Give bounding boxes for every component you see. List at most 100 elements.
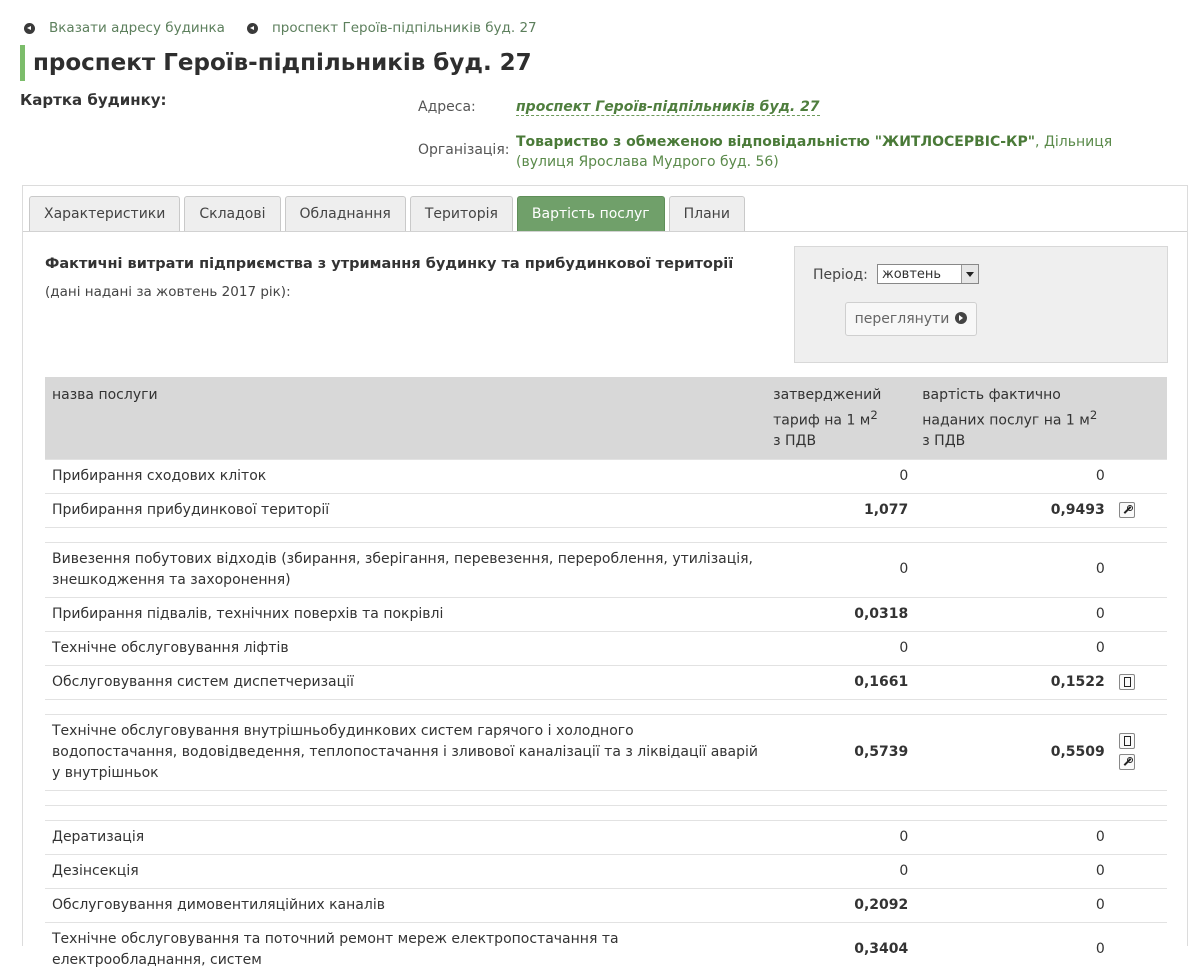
spacer-cell [45, 789, 1167, 806]
tariff-value: 0 [766, 541, 916, 598]
row-actions [1111, 458, 1167, 494]
service-name: Вивезення побутових відходів (збирання, … [45, 541, 767, 598]
row-actions [1111, 630, 1167, 666]
row-actions [1111, 713, 1167, 791]
tab-bar: Характеристики Складові Обладнання Терит… [29, 196, 745, 231]
service-name: Прибирання прибудинкової території [45, 492, 767, 528]
actual-cost-value: 0,5509 [915, 713, 1112, 791]
header-tariff-sup: 2 [870, 408, 878, 422]
actual-cost-value: 0,9493 [915, 492, 1112, 528]
row-actions [1111, 541, 1167, 598]
address-row: Адреса: проспект Героїв-підпільників буд… [418, 99, 820, 116]
wrench-icon[interactable] [1118, 501, 1135, 518]
actual-cost-value: 0 [915, 596, 1112, 632]
actual-cost-value: 0 [915, 887, 1112, 923]
table-row: Обслуговування систем диспетчеризації 0,1… [45, 664, 1167, 700]
breadcrumb-label: проспект Героїв-підпільників буд. 27 [271, 20, 537, 36]
service-name: Дезінсекція [45, 853, 767, 889]
tariff-value: 0,3404 [766, 921, 916, 977]
arrow-right-circle-icon [955, 312, 968, 324]
organization-value: Товариство з обмеженою відповідальністю … [516, 132, 1156, 172]
breadcrumb-link-select-address[interactable]: Вказати адресу будинка [24, 20, 225, 36]
organization-label: Організація: [418, 142, 510, 158]
table-row: Дератизація 0 0 [45, 819, 1167, 855]
spacer-cell [45, 526, 1167, 543]
table-row: Прибирання прибудинкової території 1,077 0… [45, 492, 1167, 528]
header-service-name: назва послуги [45, 377, 767, 460]
organization-name[interactable]: Товариство з обмеженою відповідальністю … [516, 134, 1035, 150]
row-actions [1111, 921, 1167, 977]
breadcrumb-link-address[interactable]: проспект Героїв-підпільників буд. 27 [246, 20, 537, 36]
service-name: Обслуговування систем диспетчеризації [45, 664, 767, 700]
row-actions [1111, 887, 1167, 923]
service-name: Технічне обслуговування ліфтів [45, 630, 767, 666]
tab-service-cost[interactable]: Вартість послуг [516, 196, 665, 231]
tariff-value: 0 [766, 819, 916, 855]
spacer-cell [45, 804, 1167, 821]
view-button-label: переглянути [854, 311, 950, 327]
actual-cost-value: 0 [915, 819, 1112, 855]
actual-cost-value: 0 [915, 541, 1112, 598]
card-label: Картка будинку: [20, 91, 167, 109]
header-tariff-text: затверджений тариф на 1 м [773, 387, 882, 429]
back-arrow-icon [246, 22, 258, 34]
section-heading: Фактичні витрати підприємства з утриманн… [45, 256, 734, 272]
row-actions [1111, 492, 1167, 528]
section-subheading: (дані надані за жовтень 2017 рік): [45, 284, 291, 300]
header-tariff: затверджений тариф на 1 м2 з ПДВ [766, 377, 916, 460]
document-icon[interactable] [1118, 673, 1135, 690]
header-tariff-vat: з ПДВ [773, 432, 817, 449]
spacer-cell [45, 698, 1167, 715]
service-name: Прибирання сходових кліток [45, 458, 767, 494]
tariff-value: 0 [766, 853, 916, 889]
organization-row: Організація: Товариство з обмеженою відп… [418, 132, 1156, 172]
table-row: Обслуговування димовентиляційних каналів… [45, 887, 1167, 923]
tariff-value: 0,5739 [766, 713, 916, 791]
table-row: Дезінсекція 0 0 [45, 853, 1167, 889]
wrench-icon[interactable] [1118, 754, 1135, 771]
period-select[interactable]: жовтень [877, 264, 979, 284]
service-name: Прибирання підвалів, технічних поверхів … [45, 596, 767, 632]
header-actual-sup: 2 [1089, 408, 1098, 422]
row-actions [1111, 853, 1167, 889]
service-name: Технічне обслуговування та поточний ремо… [45, 921, 767, 977]
service-name: Технічне обслуговування внутрішньобудинк… [45, 713, 767, 791]
view-button[interactable]: переглянути [845, 302, 977, 336]
table-spacer-row [45, 698, 1167, 715]
page-title: проспект Героїв-підпільників буд. 27 [33, 50, 532, 76]
breadcrumb-label: Вказати адресу будинка [49, 20, 225, 36]
dropdown-arrow-icon[interactable] [961, 265, 978, 283]
period-filter: Період: жовтень переглянути [794, 246, 1168, 363]
table-row: Вивезення побутових відходів (збирання, … [45, 541, 1167, 598]
page-title-bar: проспект Героїв-підпільників буд. 27 [20, 45, 532, 81]
table-row: Технічне обслуговування ліфтів 0 0 [45, 630, 1167, 666]
row-actions [1111, 819, 1167, 855]
document-icon[interactable] [1118, 733, 1135, 750]
tab-components[interactable]: Складові [184, 196, 281, 231]
table-row: Прибирання сходових кліток 0 0 [45, 458, 1167, 494]
table-spacer-row [45, 804, 1167, 821]
actual-cost-value: 0 [915, 630, 1112, 666]
service-cost-table: назва послуги затверджений тариф на 1 м2… [45, 377, 1167, 977]
period-label: Період: [813, 267, 868, 283]
tab-characteristics[interactable]: Характеристики [29, 196, 181, 231]
actual-cost-value: 0 [915, 921, 1112, 977]
tariff-value: 0,2092 [766, 887, 916, 923]
tab-plans[interactable]: Плани [668, 196, 745, 231]
tariff-value: 0,0318 [766, 596, 916, 632]
table-spacer-row [45, 789, 1167, 806]
tab-territory[interactable]: Територія [409, 196, 513, 231]
breadcrumb: Вказати адресу будинка проспект Героїв-п… [24, 20, 537, 36]
tariff-value: 0 [766, 458, 916, 494]
tab-equipment[interactable]: Обладнання [284, 196, 406, 231]
address-link[interactable]: проспект Героїв-підпільників буд. 27 [516, 99, 820, 116]
address-label: Адреса: [418, 99, 476, 115]
actual-cost-value: 0 [915, 853, 1112, 889]
header-actual-cost: вартість фактично наданих послуг на 1 м2… [915, 377, 1112, 460]
table-row: Технічне обслуговування та поточний ремо… [45, 921, 1167, 977]
row-actions [1111, 596, 1167, 632]
header-actual-vat: з ПДВ [922, 432, 966, 449]
tariff-value: 0 [766, 630, 916, 666]
table-header-row: назва послуги затверджений тариф на 1 м2… [45, 377, 1167, 460]
table-spacer-row [45, 526, 1167, 543]
